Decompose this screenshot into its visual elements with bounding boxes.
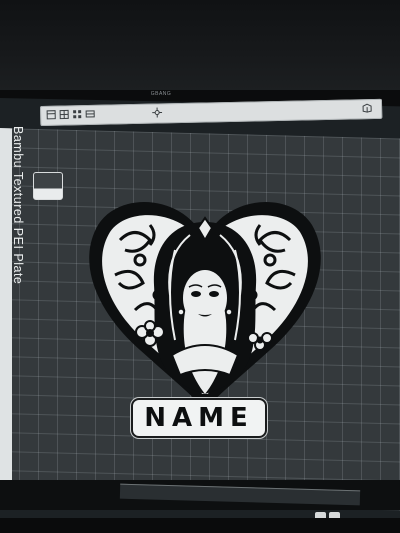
view-cube-icon[interactable] [362, 103, 372, 113]
arrange-icon[interactable] [72, 109, 82, 119]
shoulder [170, 344, 240, 377]
name-plate[interactable]: NAME [131, 398, 267, 438]
orient-icon[interactable] [85, 109, 95, 119]
face [183, 270, 227, 326]
name-plate-text: NAME [144, 403, 254, 433]
plate-type-label: Bambu Textured PEI Plate [11, 126, 25, 285]
monitor-brand-label: GBANG [150, 91, 172, 97]
grid-icon[interactable] [59, 109, 69, 120]
desk-foreground [0, 518, 400, 533]
earring-left [177, 308, 185, 316]
background-wall [0, 0, 400, 90]
plate-thumbnail[interactable] [33, 172, 63, 200]
neck [192, 323, 218, 345]
layout-icon[interactable] [46, 110, 56, 120]
earring-right [225, 308, 233, 316]
move-icon[interactable] [152, 107, 163, 118]
